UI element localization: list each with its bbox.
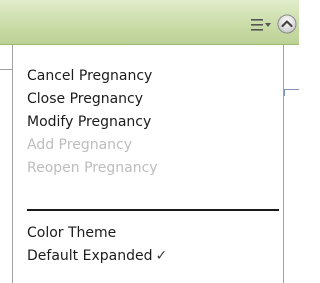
hamburger-dropdown-icon[interactable] [250, 16, 272, 34]
header-bar [0, 0, 299, 45]
menu-item-color-theme[interactable]: Color Theme [27, 223, 116, 243]
menu-item-default-expanded[interactable]: Default Expanded ✓ [27, 246, 167, 266]
chevron-up-circle-icon[interactable] [276, 13, 298, 35]
background-divider-left [0, 69, 12, 70]
menu-item-modify-pregnancy[interactable]: Modify Pregnancy [27, 112, 151, 132]
background-divider-tick [284, 89, 285, 96]
menu-separator [27, 209, 279, 211]
menu-item-close-pregnancy[interactable]: Close Pregnancy [27, 89, 143, 109]
background-divider-right [284, 89, 299, 90]
dropdown-menu: Cancel Pregnancy Close Pregnancy Modify … [12, 45, 284, 283]
hamburger-dropdown-icon-graphic [251, 19, 271, 31]
checkmark-icon: ✓ [155, 248, 168, 264]
menu-item-cancel-pregnancy[interactable]: Cancel Pregnancy [27, 66, 152, 86]
menu-item-reopen-pregnancy: Reopen Pregnancy [27, 160, 158, 176]
menu-item-add-pregnancy: Add Pregnancy [27, 137, 133, 153]
collapse-icon-graphic [277, 14, 297, 34]
menu-item-default-expanded-label: Default Expanded [27, 248, 153, 264]
